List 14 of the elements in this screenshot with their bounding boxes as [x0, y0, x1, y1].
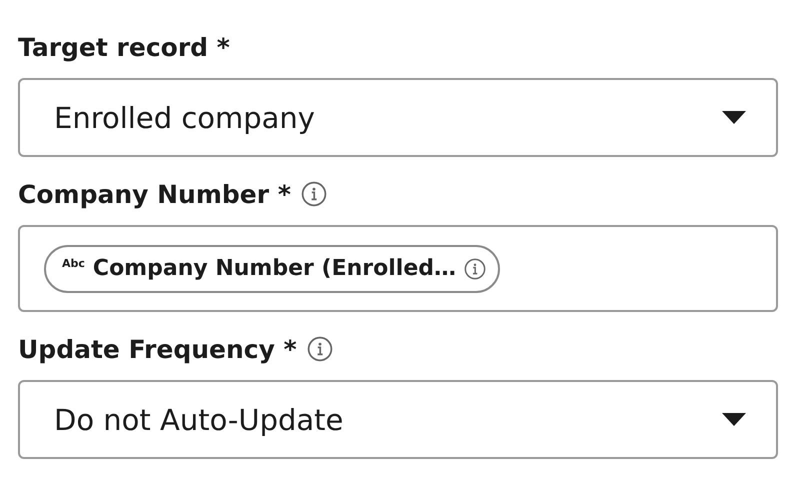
select-field[interactable]: Enrolled company	[18, 78, 778, 157]
token-chip[interactable]: Abc Company Number (Enrolled…	[44, 244, 500, 292]
caret-icon	[722, 413, 746, 426]
chip-text: Company Number (Enrolled…	[92, 256, 456, 281]
field-label: Target record *	[18, 32, 230, 62]
info-icon[interactable]	[464, 258, 486, 280]
field-label: Update Frequency *	[18, 334, 297, 364]
info-icon[interactable]	[300, 181, 327, 207]
select-field[interactable]: Do not Auto-Update	[18, 380, 778, 459]
caret-icon	[722, 111, 746, 124]
type-tag: Abc	[62, 256, 85, 270]
info-icon[interactable]	[306, 336, 333, 362]
token-field[interactable]: Abc Company Number (Enrolled…	[18, 225, 778, 312]
field-label: Company Number *	[18, 180, 291, 208]
